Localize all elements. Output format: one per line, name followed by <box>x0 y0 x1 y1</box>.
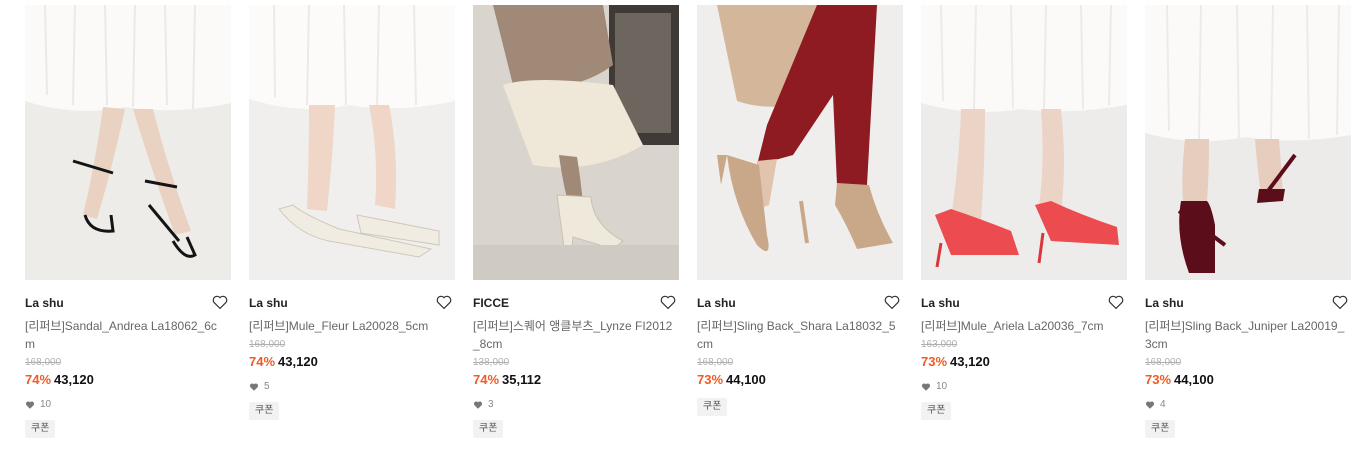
brand-name[interactable]: La shu <box>1145 294 1351 312</box>
coupon-badge: 쿠폰 <box>249 402 280 420</box>
product-image[interactable] <box>1145 5 1351 280</box>
brand-name[interactable]: La shu <box>249 294 455 312</box>
sale-price: 43,120 <box>278 354 318 369</box>
like-count: 10 <box>25 398 231 412</box>
brand-name[interactable]: La shu <box>697 294 903 312</box>
product-card[interactable]: La shu [리퍼브]Mule_Fleur La20028_5cm 168,0… <box>249 5 455 420</box>
like-count-value: 10 <box>936 381 948 392</box>
wishlist-heart-icon[interactable] <box>659 293 677 311</box>
original-price: 168,000 <box>1145 357 1182 368</box>
product-photo <box>1145 5 1351 280</box>
product-name[interactable]: [리퍼브]Sling Back_Juniper La20019_3cm <box>1145 317 1345 353</box>
discount-rate: 73% <box>697 372 724 387</box>
product-card[interactable]: FICCE [리퍼브]스퀘어 앵클부츠_Lynze FI2012_8cm 138… <box>473 5 679 438</box>
product-photo <box>25 5 231 280</box>
product-name[interactable]: [리퍼브]스퀘어 앵클부츠_Lynze FI2012_8cm <box>473 317 673 353</box>
product-image[interactable] <box>697 5 903 280</box>
product-card[interactable]: La shu [리퍼브]Sandal_Andrea La18062_6cm 16… <box>25 5 231 438</box>
original-price: 138,000 <box>473 357 510 368</box>
coupon-badge: 쿠폰 <box>473 420 504 438</box>
product-card[interactable]: La shu [리퍼브]Mule_Ariela La20036_7cm 163,… <box>921 5 1127 420</box>
discount-rate: 74% <box>473 372 500 387</box>
price-row: 73% 44,100 <box>697 371 903 389</box>
product-image[interactable] <box>249 5 455 280</box>
sale-price: 44,100 <box>1174 372 1214 387</box>
like-count-value: 3 <box>488 399 494 410</box>
product-photo <box>249 5 455 280</box>
discount-rate: 73% <box>1145 372 1172 387</box>
product-photo <box>697 5 903 280</box>
sale-price: 43,120 <box>54 372 94 387</box>
original-price: 168,000 <box>25 357 62 368</box>
wishlist-heart-icon[interactable] <box>883 293 901 311</box>
product-name[interactable]: [리퍼브]Sling Back_Shara La18032_5cm <box>697 317 897 353</box>
wishlist-heart-icon[interactable] <box>1331 293 1349 311</box>
heart-filled-icon <box>473 401 483 409</box>
original-price: 168,000 <box>697 357 734 368</box>
like-count-value: 10 <box>40 399 52 410</box>
brand-name[interactable]: La shu <box>25 294 231 312</box>
price-row: 73% 44,100 <box>1145 371 1351 389</box>
price-row: 74% 35,112 <box>473 371 679 389</box>
product-card[interactable]: La shu [리퍼브]Sling Back_Juniper La20019_3… <box>1145 5 1351 438</box>
discount-rate: 74% <box>249 354 276 369</box>
product-name[interactable]: [리퍼브]Mule_Fleur La20028_5cm <box>249 317 449 335</box>
brand-name[interactable]: FICCE <box>473 294 679 312</box>
product-image[interactable] <box>25 5 231 280</box>
wishlist-heart-icon[interactable] <box>435 293 453 311</box>
wishlist-heart-icon[interactable] <box>211 293 229 311</box>
discount-rate: 73% <box>921 354 948 369</box>
like-count-value: 5 <box>264 381 270 392</box>
heart-filled-icon <box>1145 401 1155 409</box>
product-image[interactable] <box>473 5 679 280</box>
like-count-value: 4 <box>1160 399 1166 410</box>
sale-price: 35,112 <box>502 372 542 387</box>
sale-price: 43,120 <box>950 354 990 369</box>
product-photo <box>473 5 679 280</box>
coupon-badge: 쿠폰 <box>25 420 56 438</box>
coupon-badge: 쿠폰 <box>697 398 728 416</box>
brand-name[interactable]: La shu <box>921 294 1127 312</box>
like-count: 3 <box>473 398 679 412</box>
price-row: 73% 43,120 <box>921 353 1127 371</box>
discount-rate: 74% <box>25 372 52 387</box>
product-name[interactable]: [리퍼브]Sandal_Andrea La18062_6cm <box>25 317 225 353</box>
wishlist-heart-icon[interactable] <box>1107 293 1125 311</box>
price-row: 74% 43,120 <box>25 371 231 389</box>
like-count: 4 <box>1145 398 1351 412</box>
product-name[interactable]: [리퍼브]Mule_Ariela La20036_7cm <box>921 317 1121 335</box>
heart-filled-icon <box>249 383 259 391</box>
product-grid: La shu [리퍼브]Sandal_Andrea La18062_6cm 16… <box>0 0 1355 469</box>
coupon-badge: 쿠폰 <box>921 402 952 420</box>
like-count: 10 <box>921 380 1127 394</box>
original-price: 163,000 <box>921 339 958 350</box>
product-photo <box>921 5 1127 280</box>
heart-filled-icon <box>25 401 35 409</box>
product-card[interactable]: La shu [리퍼브]Sling Back_Shara La18032_5cm… <box>697 5 903 416</box>
heart-filled-icon <box>921 383 931 391</box>
price-row: 74% 43,120 <box>249 353 455 371</box>
like-count: 5 <box>249 380 455 394</box>
product-image[interactable] <box>921 5 1127 280</box>
coupon-badge: 쿠폰 <box>1145 420 1176 438</box>
original-price: 168,000 <box>249 339 286 350</box>
sale-price: 44,100 <box>726 372 766 387</box>
